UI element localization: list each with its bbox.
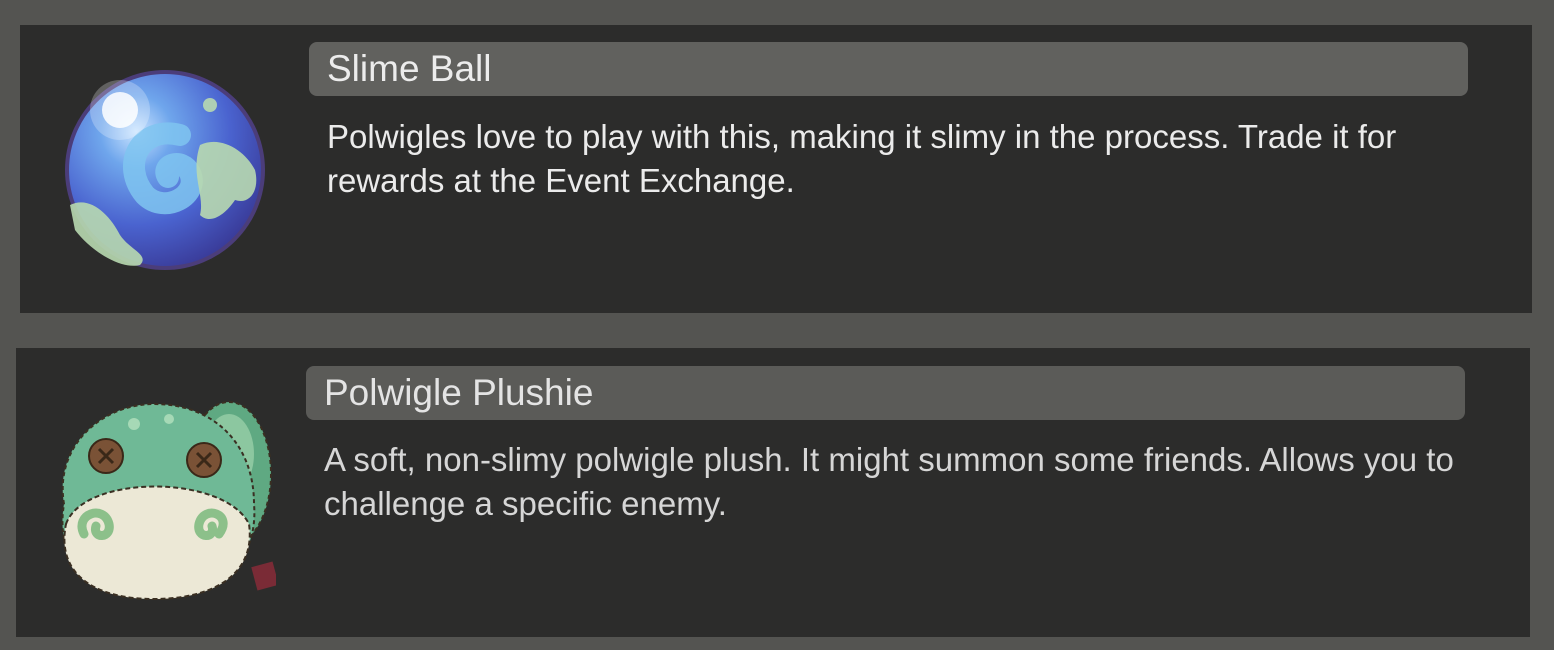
item-description: Polwigles love to play with this, making… (327, 118, 1397, 199)
item-description: A soft, non-slimy polwigle plush. It mig… (324, 441, 1454, 522)
item-title: Polwigle Plushie (306, 366, 1465, 420)
item-title: Slime Ball (309, 42, 1468, 96)
slime-ball-icon (60, 65, 270, 275)
item-card-slime-ball[interactable]: Slime Ball Polwigles love to play with t… (20, 25, 1532, 313)
item-card-polwigle-plushie[interactable]: Polwigle Plushie A soft, non-slimy polwi… (16, 348, 1530, 637)
polwigle-plushie-icon (44, 374, 279, 606)
